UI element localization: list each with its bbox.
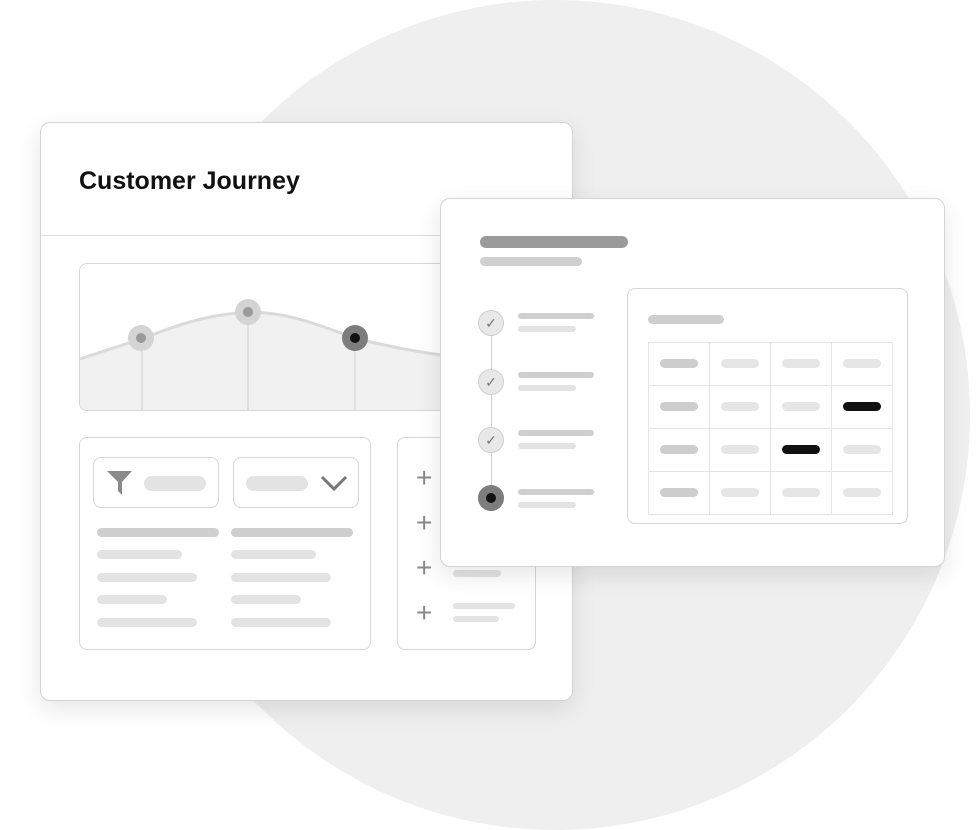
journey-point-active[interactable] xyxy=(342,325,368,351)
filter-icon xyxy=(107,471,132,495)
journey-detail-card: ✓ ✓ ✓ xyxy=(440,198,945,567)
plus-icon[interactable]: + xyxy=(416,554,432,582)
table-row xyxy=(648,428,893,472)
plus-icon[interactable]: + xyxy=(416,509,432,537)
table-row xyxy=(648,342,893,386)
check-icon[interactable]: ✓ xyxy=(478,427,504,453)
data-table-panel xyxy=(627,288,908,524)
table-row xyxy=(648,385,893,429)
active-step-icon[interactable] xyxy=(478,485,504,511)
journey-point[interactable] xyxy=(235,299,261,325)
card-title: Customer Journey xyxy=(79,167,300,195)
plus-icon[interactable]: + xyxy=(416,599,432,627)
data-grid xyxy=(648,342,893,515)
filter-button[interactable] xyxy=(93,457,219,508)
journey-point[interactable] xyxy=(128,325,154,351)
dropdown-select[interactable] xyxy=(233,457,359,508)
table-row xyxy=(648,471,893,515)
check-icon[interactable]: ✓ xyxy=(478,310,504,336)
chevron-down-icon xyxy=(320,475,348,492)
filter-panel xyxy=(79,437,371,650)
check-icon[interactable]: ✓ xyxy=(478,369,504,395)
plus-icon[interactable]: + xyxy=(416,464,432,492)
